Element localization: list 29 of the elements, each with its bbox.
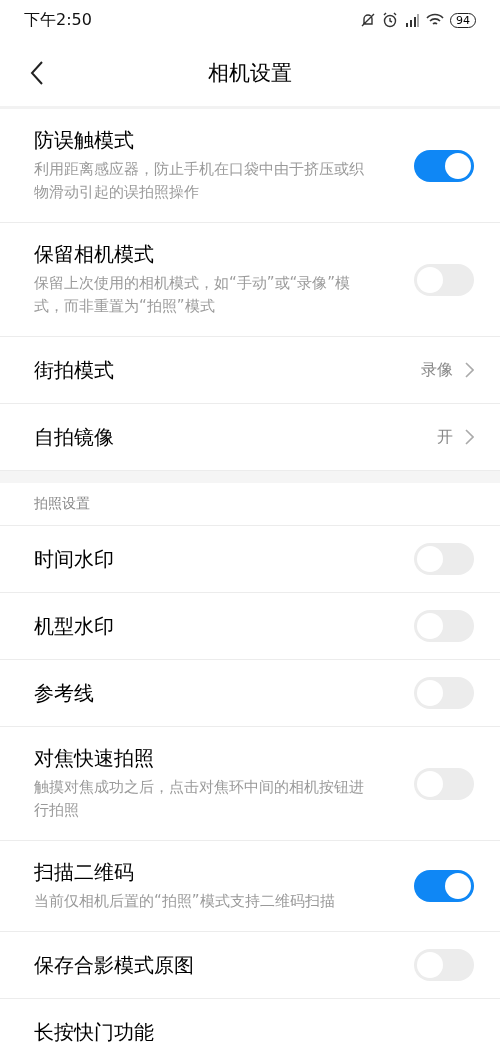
setting-label: 长按快门功能: [34, 1018, 154, 1046]
chevron-icon: [465, 362, 474, 378]
setting-description: 保留上次使用的相机模式，如“手动”或“录像”模式，而非重置为“拍照”模式: [34, 273, 352, 317]
page-title: 相机设置: [208, 60, 292, 87]
back-icon[interactable]: [30, 61, 44, 85]
setting-value: 开: [437, 426, 453, 448]
chevron-icon: [465, 429, 474, 445]
signal-icon: [404, 12, 420, 28]
bell-off-icon: [360, 12, 376, 28]
setting-label: 扫描二维码: [34, 859, 134, 886]
setting-label: 防误触模式: [34, 127, 134, 154]
status-time: 下午2:50: [24, 9, 92, 31]
toggle-switch[interactable]: [414, 149, 474, 182]
setting-value: 录像: [421, 359, 453, 381]
setting-description: 当前仅相机后置的“拍照”模式支持二维码扫描: [34, 891, 335, 912]
setting-label: 参考线: [34, 679, 94, 707]
setting-label: 机型水印: [34, 612, 114, 640]
setting-label[interactable]: 街拍模式: [34, 356, 114, 384]
wifi-icon: [426, 13, 444, 27]
toggle-switch[interactable]: [414, 870, 474, 902]
setting-description: 触摸对焦成功之后，点击对焦环中间的相机按钮进行拍照: [34, 777, 365, 821]
setting-label: 时间水印: [34, 545, 114, 573]
setting-label[interactable]: 自拍镜像: [34, 423, 114, 451]
setting-label: 保存合影模式原图: [34, 951, 194, 979]
setting-label: 对焦快速拍照: [34, 745, 154, 772]
section-header: 拍照设置: [34, 495, 90, 513]
setting-label: 保留相机模式: [34, 241, 154, 268]
alarm-icon: [382, 12, 398, 28]
setting-description: 利用距离感应器，防止手机在口袋中由于挤压或织物滑动引起的误拍照操作: [34, 159, 365, 203]
